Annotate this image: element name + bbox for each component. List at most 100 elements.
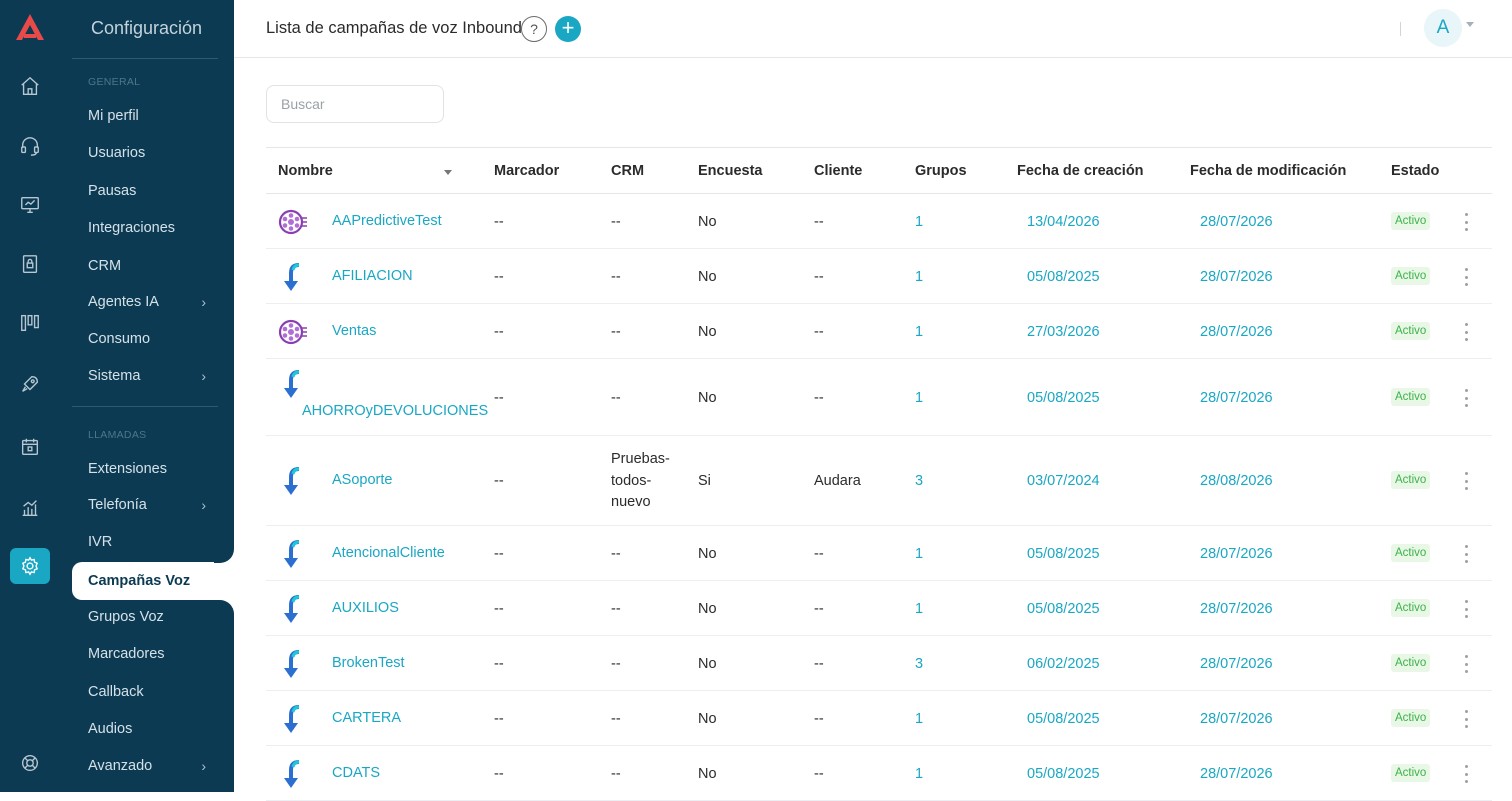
table-row[interactable]: AUXILIOS -- -- No -- 1 05/08/2025 28/07/2026 Act… [266, 581, 1492, 636]
more-options-icon[interactable] [1462, 213, 1470, 231]
cell-fecha-modificacion: 28/07/2026 [1200, 711, 1273, 727]
sidebar-item-extensiones[interactable]: Extensiones [88, 461, 206, 477]
status-badge: Activo [1391, 388, 1431, 406]
cell-encuesta: No [698, 766, 717, 782]
campaign-name-link[interactable]: CARTERA [332, 710, 401, 726]
cell-grupos[interactable]: 1 [915, 214, 923, 230]
sidebar-item-usuarios[interactable]: Usuarios [88, 145, 206, 161]
sidebar-item-mi-perfil[interactable]: Mi perfil [88, 108, 206, 124]
sidebar-item-telefonia[interactable]: Telefonía › [88, 497, 206, 513]
lock-panel-icon[interactable] [10, 246, 50, 282]
cell-encuesta: No [698, 390, 717, 406]
gear-icon[interactable] [10, 548, 50, 584]
table-row[interactable]: AtencionalCliente -- -- No -- 1 05/08/2025 28/0… [266, 526, 1492, 581]
cell-grupos[interactable]: 1 [915, 766, 923, 782]
help-icon[interactable]: ? [521, 16, 547, 42]
avatar[interactable]: A [1424, 9, 1462, 47]
more-options-icon[interactable] [1462, 655, 1470, 673]
cell-grupos[interactable]: 1 [915, 324, 923, 340]
column-header-estado: Estado [1391, 163, 1440, 179]
columns-icon[interactable] [10, 305, 50, 341]
status-badge: Activo [1391, 709, 1431, 727]
sort-desc-icon[interactable] [444, 170, 452, 175]
cell-crm: -- [611, 390, 621, 406]
rocket-icon[interactable] [10, 366, 50, 402]
more-options-icon[interactable] [1462, 323, 1470, 341]
cell-crm: -- [611, 214, 621, 230]
cell-fecha-modificacion: 28/07/2026 [1200, 546, 1273, 562]
inbound-arrow-icon [278, 594, 308, 624]
lifebuoy-icon[interactable] [10, 745, 50, 781]
sidebar-item-agentes-ia[interactable]: Agentes IA › [88, 294, 206, 310]
cell-grupos[interactable]: 1 [915, 269, 923, 285]
more-options-icon[interactable] [1462, 389, 1470, 407]
column-header-grupos: Grupos [915, 163, 967, 179]
campaign-name-link[interactable]: AHORROyDEVOLUCIONES [302, 403, 488, 419]
table-row[interactable]: AAPredictiveTest -- -- No -- 1 13/04/2026 28/07… [266, 194, 1492, 249]
status-badge: Activo [1391, 599, 1431, 617]
more-options-icon[interactable] [1462, 765, 1470, 783]
column-header-crm: CRM [611, 163, 645, 179]
cell-grupos[interactable]: 1 [915, 601, 923, 617]
cell-cliente: -- [814, 711, 824, 727]
column-header-cliente: Cliente [814, 163, 863, 179]
cell-crm-line: Pruebas- [611, 451, 670, 467]
cell-fecha-modificacion: 28/07/2026 [1200, 601, 1273, 617]
cell-marcador: -- [494, 269, 504, 285]
app-logo-icon[interactable] [14, 12, 46, 42]
monitor-icon[interactable] [10, 187, 50, 223]
table-row[interactable]: BrokenTest -- -- No -- 3 06/02/2025 28/07/2026 A… [266, 636, 1492, 691]
campaign-name-link[interactable]: AtencionalCliente [332, 545, 445, 561]
column-header-nombre[interactable]: Nombre [278, 163, 333, 179]
sidebar-item-avanzado[interactable]: Avanzado › [88, 758, 206, 774]
campaign-name-link[interactable]: CDATS [332, 765, 380, 781]
more-options-icon[interactable] [1462, 545, 1470, 563]
table-row[interactable]: CDATS -- -- No -- 1 05/08/2025 28/07/2026 Activo [266, 746, 1492, 801]
table-row[interactable]: CARTERA -- -- No -- 1 05/08/2025 28/07/2026 Acti… [266, 691, 1492, 746]
cell-grupos[interactable]: 1 [915, 711, 923, 727]
sidebar-item-consumo[interactable]: Consumo [88, 331, 206, 347]
campaign-name-link[interactable]: AAPredictiveTest [332, 213, 442, 229]
status-badge: Activo [1391, 654, 1431, 672]
campaign-name-link[interactable]: ASoporte [332, 472, 392, 488]
cell-cliente: -- [814, 324, 824, 340]
chevron-down-icon[interactable] [1466, 22, 1474, 27]
sidebar-item-integraciones[interactable]: Integraciones [88, 220, 206, 236]
cell-crm: -- [611, 546, 621, 562]
table-row[interactable]: Ventas -- -- No -- 1 27/03/2026 28/07/2026 Activ… [266, 304, 1492, 359]
sidebar-item-ivr[interactable]: IVR [88, 534, 206, 550]
table-row[interactable]: ASoporte Pruebas-todos-nuevo -- Si Audara 3 03… [266, 436, 1492, 526]
sidebar-item-marcadores[interactable]: Marcadores [88, 646, 206, 662]
bar-chart-icon[interactable] [10, 490, 50, 526]
sidebar-item-audios[interactable]: Audios [88, 721, 206, 737]
sidebar-item-grupos-voz[interactable]: Grupos Voz [88, 609, 206, 625]
column-header-marcador: Marcador [494, 163, 560, 179]
more-options-icon[interactable] [1462, 472, 1470, 490]
sidebar-title: Configuración [91, 18, 203, 38]
calendar-icon[interactable] [10, 429, 50, 465]
campaign-name-link[interactable]: Ventas [332, 323, 376, 339]
more-options-icon[interactable] [1462, 600, 1470, 618]
table-row[interactable]: AHORROyDEVOLUCIONES -- -- No -- 1 05/08/2025 28… [266, 359, 1492, 436]
campaign-name-link[interactable]: AUXILIOS [332, 600, 399, 616]
cell-grupos[interactable]: 3 [915, 473, 923, 489]
sidebar-item-campanas-voz[interactable]: Campañas Voz [72, 562, 234, 600]
more-options-icon[interactable] [1462, 268, 1470, 286]
more-options-icon[interactable] [1462, 710, 1470, 728]
sidebar-item-sistema[interactable]: Sistema › [88, 368, 206, 384]
sidebar-item-callback[interactable]: Callback [88, 684, 206, 700]
sidebar-item-pausas[interactable]: Pausas [88, 183, 206, 199]
headset-icon[interactable] [10, 128, 50, 164]
header-divider [1400, 22, 1401, 36]
campaign-name-link[interactable]: AFILIACION [332, 268, 413, 284]
home-icon[interactable] [10, 68, 50, 104]
settings-sidebar: Configuración GENERAL Mi perfil Usuarios… [60, 0, 234, 792]
search-input[interactable] [266, 85, 444, 123]
cell-grupos[interactable]: 1 [915, 390, 923, 406]
cell-grupos[interactable]: 3 [915, 656, 923, 672]
add-campaign-button[interactable]: + [555, 16, 581, 42]
campaign-name-link[interactable]: BrokenTest [332, 655, 405, 671]
table-row[interactable]: AFILIACION -- -- No -- 1 05/08/2025 28/07/2026 A… [266, 249, 1492, 304]
sidebar-item-crm[interactable]: CRM [88, 258, 206, 274]
cell-grupos[interactable]: 1 [915, 546, 923, 562]
